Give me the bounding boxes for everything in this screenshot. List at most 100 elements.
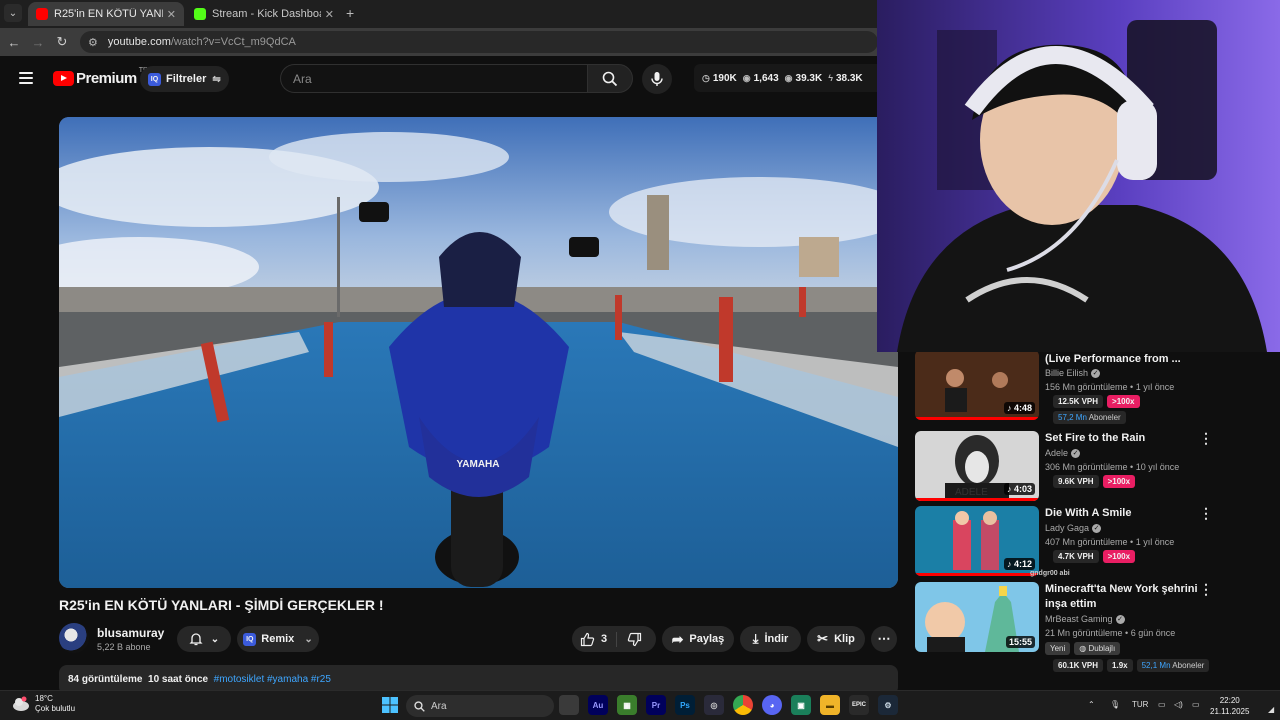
related-video-item[interactable]: ♪ 4:48 (Live Performance from ... Billie…	[915, 350, 1245, 426]
tab-kick-dashboard[interactable]: Stream - Kick Dashboard ✕	[186, 2, 342, 26]
language-indicator[interactable]: TUR	[1132, 700, 1148, 709]
task-view-icon[interactable]	[559, 695, 579, 715]
stats-badges: 4.7K VPH >100x	[1053, 550, 1136, 563]
notification-icon[interactable]: ◢	[1268, 705, 1274, 714]
related-video-meta: 21 Mn görüntüleme • 6 gün önce	[1045, 628, 1176, 638]
video-thumbnail[interactable]: ADELE ♪ 4:03	[915, 431, 1039, 501]
related-channel[interactable]: Lady Gaga ✓	[1045, 523, 1102, 533]
audition-icon[interactable]: Au	[588, 695, 608, 715]
new-badge: Yeni	[1045, 642, 1071, 655]
taskbar-search[interactable]: Ara	[406, 695, 554, 717]
filters-label: Filtreler	[166, 73, 207, 85]
url-path: /watch?v=VcCt_m9QdCA	[170, 36, 296, 48]
more-options-icon[interactable]: ⋮	[1199, 431, 1213, 445]
search-input[interactable]: Ara	[280, 64, 587, 93]
webcam-image	[877, 0, 1280, 352]
related-video-title[interactable]: (Live Performance from ...	[1045, 352, 1210, 367]
channel-avatar[interactable]	[59, 623, 89, 653]
url-host: youtube.com	[107, 36, 171, 48]
close-tab-icon[interactable]: ✕	[167, 8, 176, 21]
clock-date: 21.11.2025	[1210, 707, 1250, 716]
related-video-item[interactable]: ♪ 4:12 Die With A Smile Lady Gaga ✓ 407 M…	[915, 506, 1245, 576]
tab-youtube-video[interactable]: R25'in EN KÖTÜ YANLARI - ŞİMDİ GERÇEKLER…	[28, 2, 184, 26]
reload-icon[interactable]: ↻	[54, 34, 70, 50]
search-button[interactable]	[587, 64, 633, 93]
volume-icon[interactable]: ◁)	[1174, 700, 1183, 709]
clip-button[interactable]: ✂ Klip	[807, 626, 865, 652]
clip-label: Klip	[834, 633, 855, 645]
steam-icon[interactable]: ⚙	[878, 695, 898, 715]
related-channel[interactable]: Billie Eilish ✓	[1045, 368, 1101, 378]
more-options-icon[interactable]: ⋮	[1199, 506, 1213, 520]
filters-button[interactable]: IQ Filtreler ⇋	[140, 66, 229, 92]
battery-icon[interactable]: ▭	[1192, 700, 1200, 709]
watch-progress-bar	[915, 498, 1039, 501]
video-title: R25'in EN KÖTÜ YANLARI - ŞİMDİ GERÇEKLER…	[59, 597, 384, 613]
back-icon[interactable]: ←	[6, 34, 22, 50]
network-icon[interactable]: ▭	[1158, 700, 1166, 709]
subscribed-notifications-button[interactable]: ⌄	[177, 626, 231, 652]
tray-chevron-icon[interactable]: ⌃	[1088, 700, 1095, 709]
video-player[interactable]: YAMAHA	[59, 117, 898, 588]
cloud-icon	[13, 696, 29, 711]
file-explorer-icon[interactable]: ▬	[820, 695, 840, 715]
windows-start-icon[interactable]	[380, 695, 400, 715]
thumbnail-text: ADELE	[955, 487, 988, 498]
search-icon	[602, 71, 618, 86]
related-video-item[interactable]: ADELE ♪ 4:03 Set Fire to the Rain Adele ✓…	[915, 431, 1245, 501]
related-video-meta: 306 Mn görüntüleme • 10 yıl önce	[1045, 462, 1180, 472]
share-button[interactable]: ➦ Paylaş	[662, 626, 734, 652]
related-video-title[interactable]: Die With A Smile	[1045, 506, 1210, 521]
vph-badge: 60.1K VPH	[1053, 659, 1104, 672]
hashtags[interactable]: #motosiklet #yamaha #r25	[214, 674, 331, 685]
photoshop-icon[interactable]: Ps	[675, 695, 695, 715]
tab-search-dropdown-icon[interactable]: ⌄	[4, 4, 22, 22]
video-thumbnail[interactable]: 15:55	[915, 582, 1039, 652]
logo-text: Premium	[76, 70, 137, 87]
like-dislike-group: 3	[572, 626, 656, 652]
duration-text: 4:12	[1013, 559, 1032, 569]
channel-name[interactable]: blusamuray	[97, 626, 164, 640]
like-button[interactable]: 3	[580, 631, 618, 647]
related-video-title[interactable]: Minecraft'ta New York şehrini inşa ettim	[1045, 582, 1210, 612]
stats-badges: 9.6K VPH >100x	[1053, 475, 1136, 488]
minecraft-icon[interactable]: ▦	[617, 695, 637, 715]
forward-icon[interactable]: →	[30, 34, 46, 50]
menu-icon[interactable]	[19, 72, 33, 84]
kick-studio-icon[interactable]: ▣	[791, 695, 811, 715]
stats-badges: 60.1K VPH 1.9x 52,1 Mn Aboneler	[1053, 659, 1210, 672]
new-tab-icon[interactable]: +	[346, 5, 354, 21]
premiere-icon[interactable]: Pr	[646, 695, 666, 715]
more-actions-icon[interactable]: ⋯	[871, 626, 897, 652]
remix-button[interactable]: IQ Remix ⌄	[237, 626, 319, 652]
site-info-icon[interactable]: ⚙	[88, 36, 98, 49]
stats-badges: 12.5K VPH >100x	[1053, 395, 1140, 408]
voice-search-button[interactable]	[642, 64, 672, 94]
system-clock[interactable]: 22:20 21.11.2025	[1210, 695, 1249, 717]
chrome-icon[interactable]	[733, 695, 753, 715]
vph-badge: 12.5K VPH	[1053, 395, 1104, 408]
related-video-title[interactable]: Set Fire to the Rain	[1045, 431, 1210, 446]
chevron-down-icon: ⌄	[304, 633, 313, 645]
related-channel[interactable]: MrBeast Gaming ✓	[1045, 614, 1125, 624]
music-icon: ♪	[1006, 559, 1014, 569]
related-channel[interactable]: Adele ✓	[1045, 448, 1081, 458]
thumbs-up-icon	[580, 632, 595, 646]
dislike-button[interactable]	[627, 632, 642, 647]
download-button[interactable]: ⤓ İndir	[740, 626, 801, 652]
subs-number: 57,2 Mn	[1058, 413, 1087, 422]
close-tab-icon[interactable]: ✕	[325, 8, 334, 21]
address-bar[interactable]: ⚙ youtube.com/watch?v=VcCt_m9QdCA	[80, 31, 878, 53]
more-options-icon[interactable]: ⋮	[1199, 582, 1213, 596]
obs-icon[interactable]: ◎	[704, 695, 724, 715]
microphone-tray-icon[interactable]: 🎙	[1110, 700, 1120, 709]
share-label: Paylaş	[689, 633, 725, 645]
video-thumbnail[interactable]: ♪ 4:12	[915, 506, 1039, 576]
related-video-item[interactable]: 15:55 Minecraft'ta New York şehrini inşa…	[915, 582, 1245, 672]
epic-games-icon[interactable]: EPIC	[849, 695, 869, 715]
weather-widget[interactable]: 18°C Çok bulutlu	[12, 694, 75, 714]
kick-favicon-icon	[194, 8, 206, 20]
video-thumbnail[interactable]: ♪ 4:48	[915, 350, 1039, 420]
youtube-premium-logo[interactable]: Premium TR	[53, 67, 148, 87]
discord-icon[interactable]: ◕	[762, 695, 782, 715]
